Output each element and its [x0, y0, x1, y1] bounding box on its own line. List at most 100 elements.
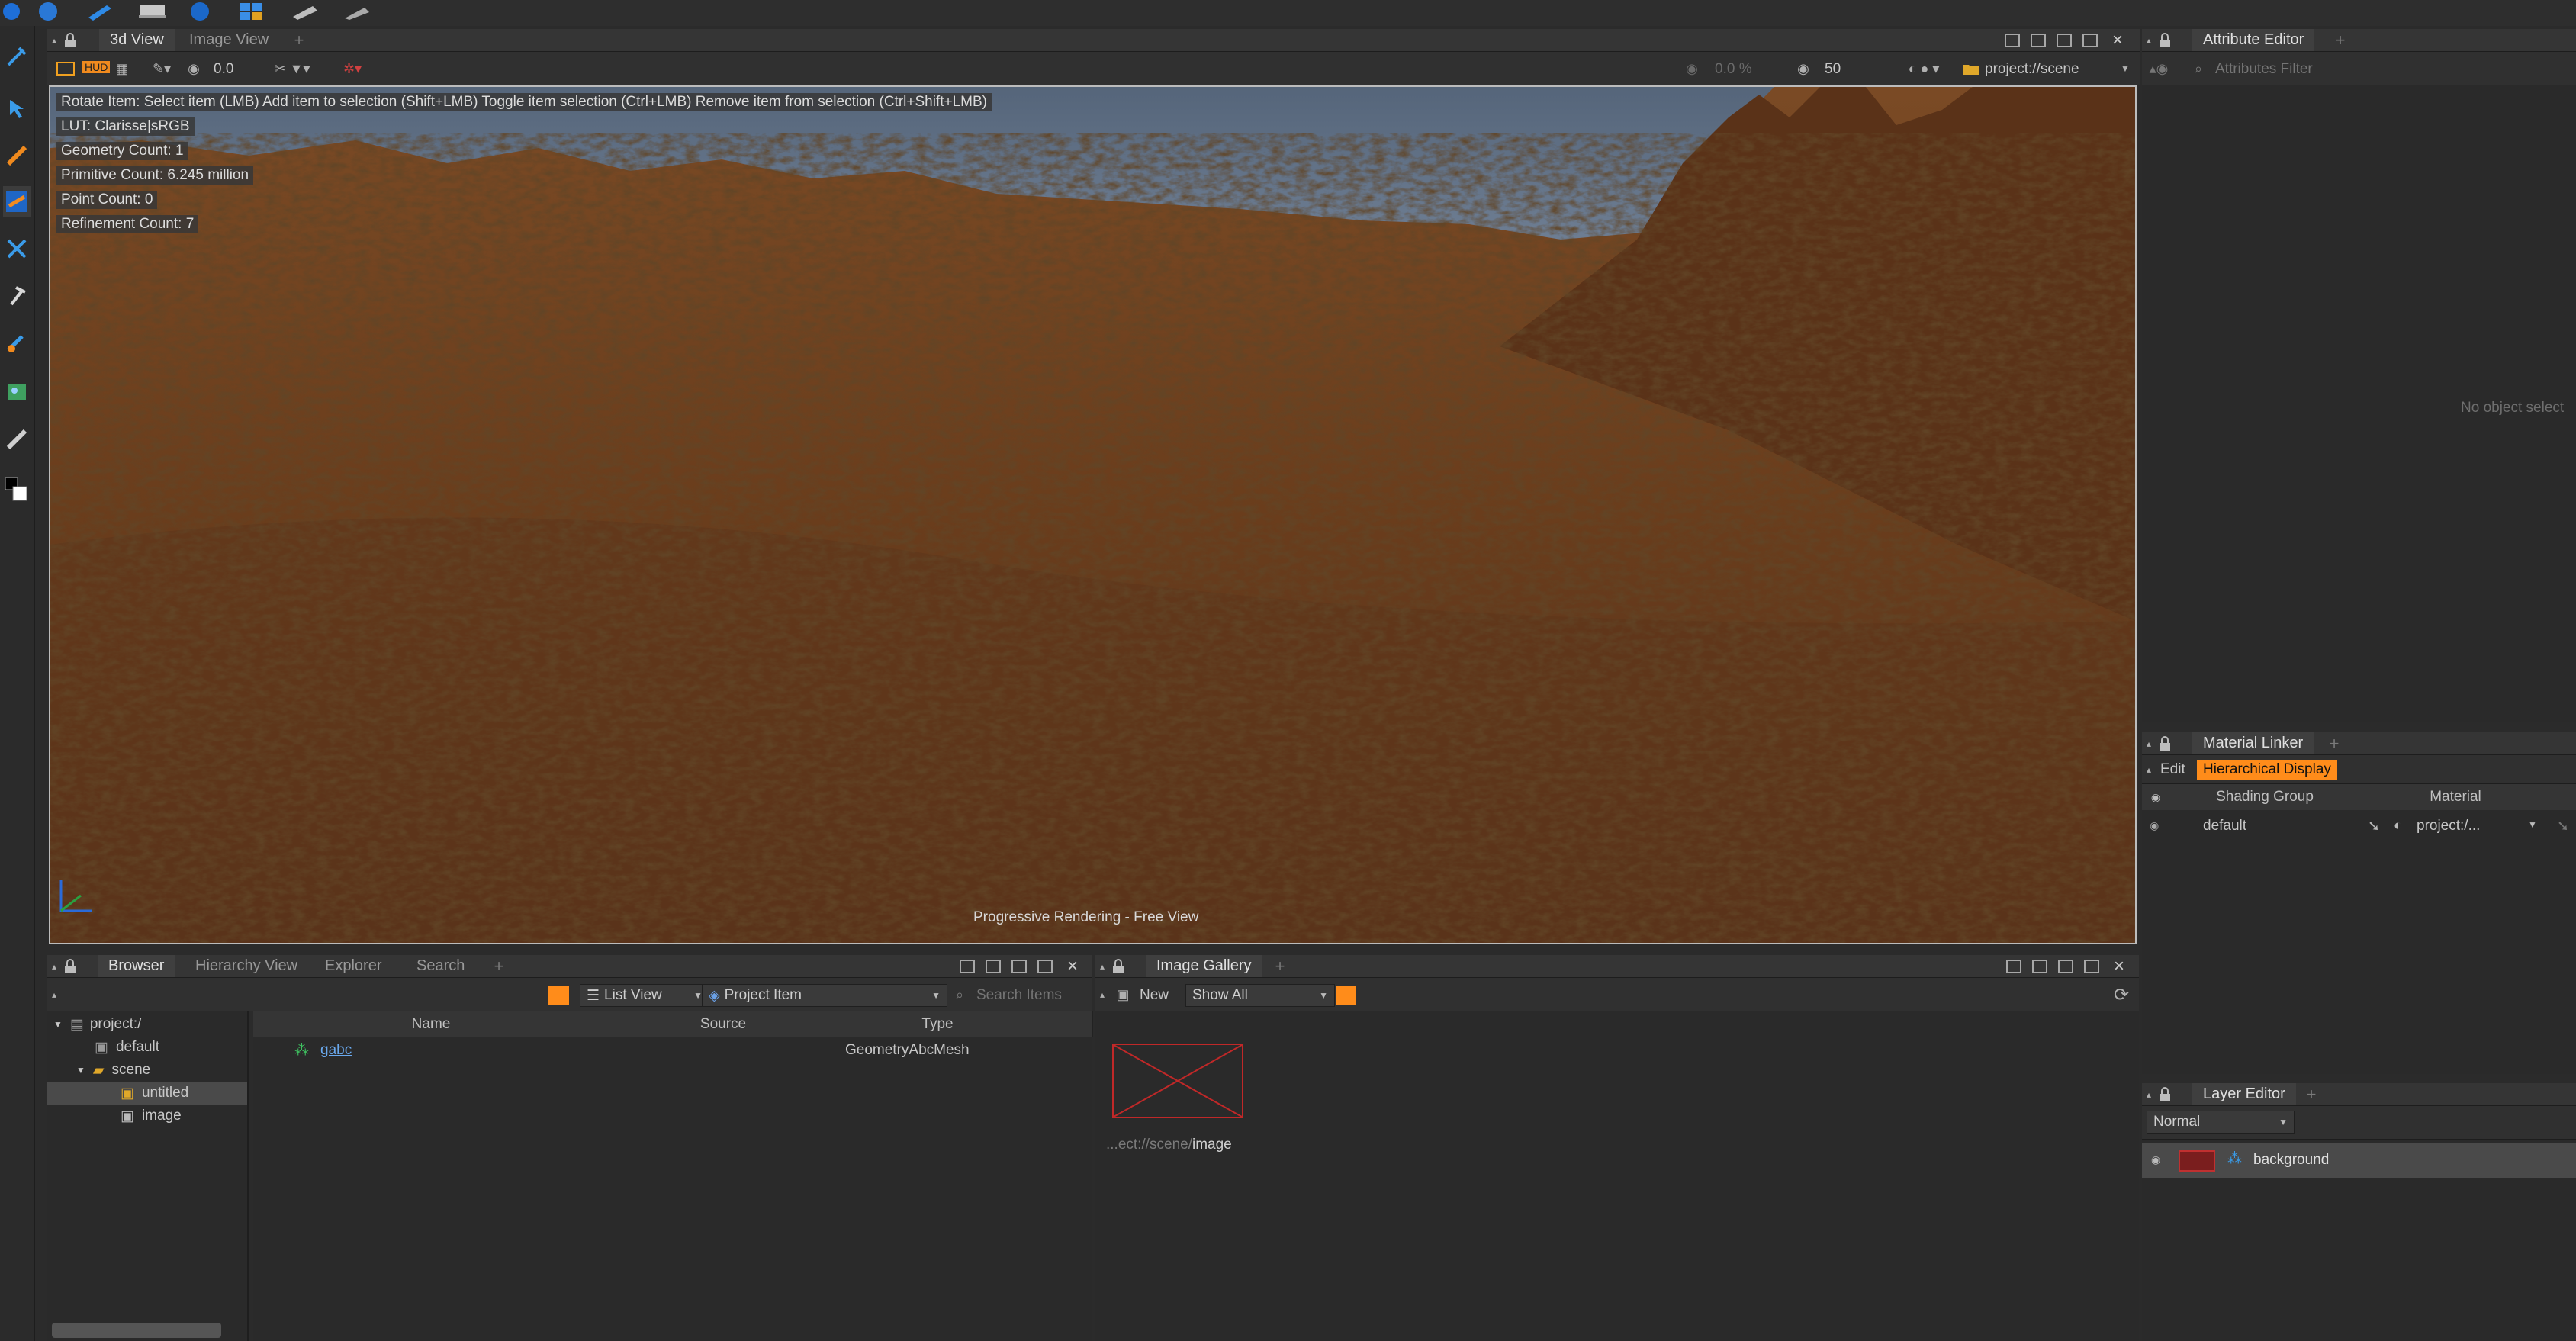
layer-visibility-icon[interactable]: ◉: [2151, 1153, 2160, 1166]
collapse-icon[interactable]: ▴: [49, 986, 59, 1004]
eye-icon[interactable]: ▴◉: [2143, 59, 2174, 78]
tree-scrollbar[interactable]: [52, 1323, 221, 1338]
unlink-icon[interactable]: ➘: [2557, 818, 2569, 835]
close-icon[interactable]: ×: [2108, 30, 2127, 50]
edit-menu[interactable]: Edit: [2160, 761, 2185, 778]
collapse-icon[interactable]: ▴: [2143, 1083, 2154, 1106]
layout-single-icon[interactable]: [2005, 34, 2020, 47]
material-dropdown-icon[interactable]: ▼: [2528, 819, 2537, 830]
paint-dropdown-icon[interactable]: ✎▾: [146, 59, 177, 78]
tab-image-view[interactable]: Image View: [178, 29, 279, 51]
hud-toggle[interactable]: HUD: [82, 61, 111, 73]
material-value[interactable]: project:/...: [2417, 818, 2480, 835]
type-column-header[interactable]: Type: [838, 1011, 1038, 1037]
layout-single-icon[interactable]: [960, 960, 975, 973]
new-item-button[interactable]: [548, 986, 569, 1005]
tab-3d-view[interactable]: 3d View: [99, 29, 175, 51]
camera-icon[interactable]: [136, 0, 169, 23]
sphere-icon[interactable]: [37, 0, 59, 23]
link-arrow-icon[interactable]: ➘: [2368, 818, 2380, 835]
layout-split-v-icon[interactable]: [1011, 960, 1027, 973]
shading-group-name[interactable]: default: [2203, 818, 2246, 835]
hierarchical-display-toggle[interactable]: Hierarchical Display: [2197, 760, 2337, 780]
wrench-tool-icon[interactable]: [3, 281, 31, 311]
tree-item-image[interactable]: ▣ image: [47, 1105, 247, 1127]
exposure-value[interactable]: 0.0: [214, 61, 233, 78]
scene-dropdown-icon[interactable]: ▼: [2118, 59, 2133, 78]
globe-icon[interactable]: [0, 0, 23, 23]
layout-split-h-icon[interactable]: [2032, 960, 2047, 973]
new-button[interactable]: New: [1140, 987, 1169, 1004]
collapse-icon[interactable]: ▴: [2143, 760, 2154, 780]
refresh-icon[interactable]: ⟳: [2110, 984, 2133, 1005]
add-tab-icon[interactable]: +: [2325, 732, 2343, 755]
tab-explorer[interactable]: Explorer: [314, 955, 392, 977]
layer-row[interactable]: ◉ ⁂ background: [2142, 1143, 2576, 1178]
scene-path[interactable]: project://scene: [1985, 61, 2079, 78]
show-all-select[interactable]: Show All ▼: [1185, 984, 1335, 1007]
tree-item-scene[interactable]: ▼ ▰ scene: [47, 1059, 247, 1082]
ruler-tool-icon[interactable]: [3, 424, 31, 455]
layout-split-v-icon[interactable]: [2057, 34, 2072, 47]
add-tab-icon[interactable]: +: [290, 29, 308, 52]
attributes-filter-input[interactable]: [2214, 58, 2568, 81]
paint-tool-icon[interactable]: [3, 328, 31, 359]
tree-item-default[interactable]: ▣ default: [47, 1036, 247, 1059]
maximize-icon[interactable]: [2082, 34, 2098, 47]
layout-single-icon[interactable]: [2006, 960, 2021, 973]
add-tab-icon[interactable]: +: [1271, 955, 1289, 978]
close-icon[interactable]: ×: [2110, 956, 2128, 976]
close-icon[interactable]: ×: [1063, 956, 1082, 976]
tab-material-linker[interactable]: Material Linker: [2192, 732, 2314, 754]
lock-icon[interactable]: [2156, 31, 2174, 50]
item-name[interactable]: gabc: [320, 1042, 352, 1059]
add-tab-icon[interactable]: +: [2302, 1083, 2320, 1106]
lock-icon[interactable]: [61, 31, 79, 50]
collapse-icon[interactable]: ▴: [1097, 986, 1108, 1004]
windows-icon[interactable]: [236, 0, 267, 23]
row-visibility-icon[interactable]: ◉: [2150, 819, 2159, 832]
orb-icon[interactable]: [186, 0, 214, 23]
tab-layer-editor[interactable]: Layer Editor: [2192, 1083, 2296, 1105]
display-mode-icon[interactable]: ✲▾: [330, 59, 375, 78]
collapse-icon[interactable]: ▴: [1097, 955, 1108, 978]
list-view-select[interactable]: ☰ List View ▼: [580, 984, 709, 1007]
snapshot-button[interactable]: [1336, 986, 1356, 1005]
image-tool-icon[interactable]: [3, 377, 31, 407]
lock-icon[interactable]: [2156, 734, 2174, 754]
maximize-icon[interactable]: [2084, 960, 2099, 973]
blend-mode-select[interactable]: Normal ▼: [2147, 1111, 2295, 1134]
tab-hierarchy-view[interactable]: Hierarchy View: [185, 955, 308, 977]
lock-icon[interactable]: [61, 957, 79, 976]
filter-icon[interactable]: ✂ ▼▾: [265, 59, 319, 78]
layout-split-v-icon[interactable]: [2058, 960, 2073, 973]
project-item-select[interactable]: ◈ Project Item ▼: [702, 984, 947, 1007]
move-tool-icon[interactable]: [3, 140, 31, 171]
search-items-input[interactable]: [975, 984, 1085, 1007]
scale-tool-icon[interactable]: [3, 233, 31, 264]
camera-mode-icon[interactable]: [55, 59, 76, 78]
pencil-icon[interactable]: [84, 0, 114, 23]
collapse-icon[interactable]: ▴: [2143, 732, 2154, 755]
collapse-icon[interactable]: ▴: [2143, 29, 2154, 52]
tab-attribute-editor[interactable]: Attribute Editor: [2192, 29, 2315, 51]
brush-alt-icon[interactable]: [340, 0, 374, 23]
tab-image-gallery[interactable]: Image Gallery: [1146, 955, 1262, 977]
color-swatch-icon[interactable]: [3, 476, 31, 506]
tab-browser[interactable]: Browser: [98, 955, 175, 977]
tree-item-project[interactable]: ▼ ▤ project:/: [47, 1013, 247, 1036]
maximize-icon[interactable]: [1037, 960, 1053, 973]
collapse-icon[interactable]: ▴: [49, 955, 59, 978]
samples-value[interactable]: 50: [1825, 61, 1841, 78]
grid-icon[interactable]: ▦: [111, 59, 133, 78]
add-tab-icon[interactable]: +: [2331, 29, 2349, 52]
rotate-tool-icon[interactable]: [3, 186, 31, 217]
lock-icon[interactable]: [1109, 957, 1127, 976]
layout-split-h-icon[interactable]: [986, 960, 1001, 973]
pick-tool-icon[interactable]: [3, 41, 31, 72]
shading-group-header[interactable]: Shading Group: [2169, 784, 2361, 810]
layout-split-h-icon[interactable]: [2031, 34, 2046, 47]
3d-viewport[interactable]: Rotate Item: Select item (LMB) Add item …: [49, 85, 2137, 944]
image-thumbnail[interactable]: [1112, 1044, 1243, 1118]
lock-icon[interactable]: [2156, 1085, 2174, 1105]
